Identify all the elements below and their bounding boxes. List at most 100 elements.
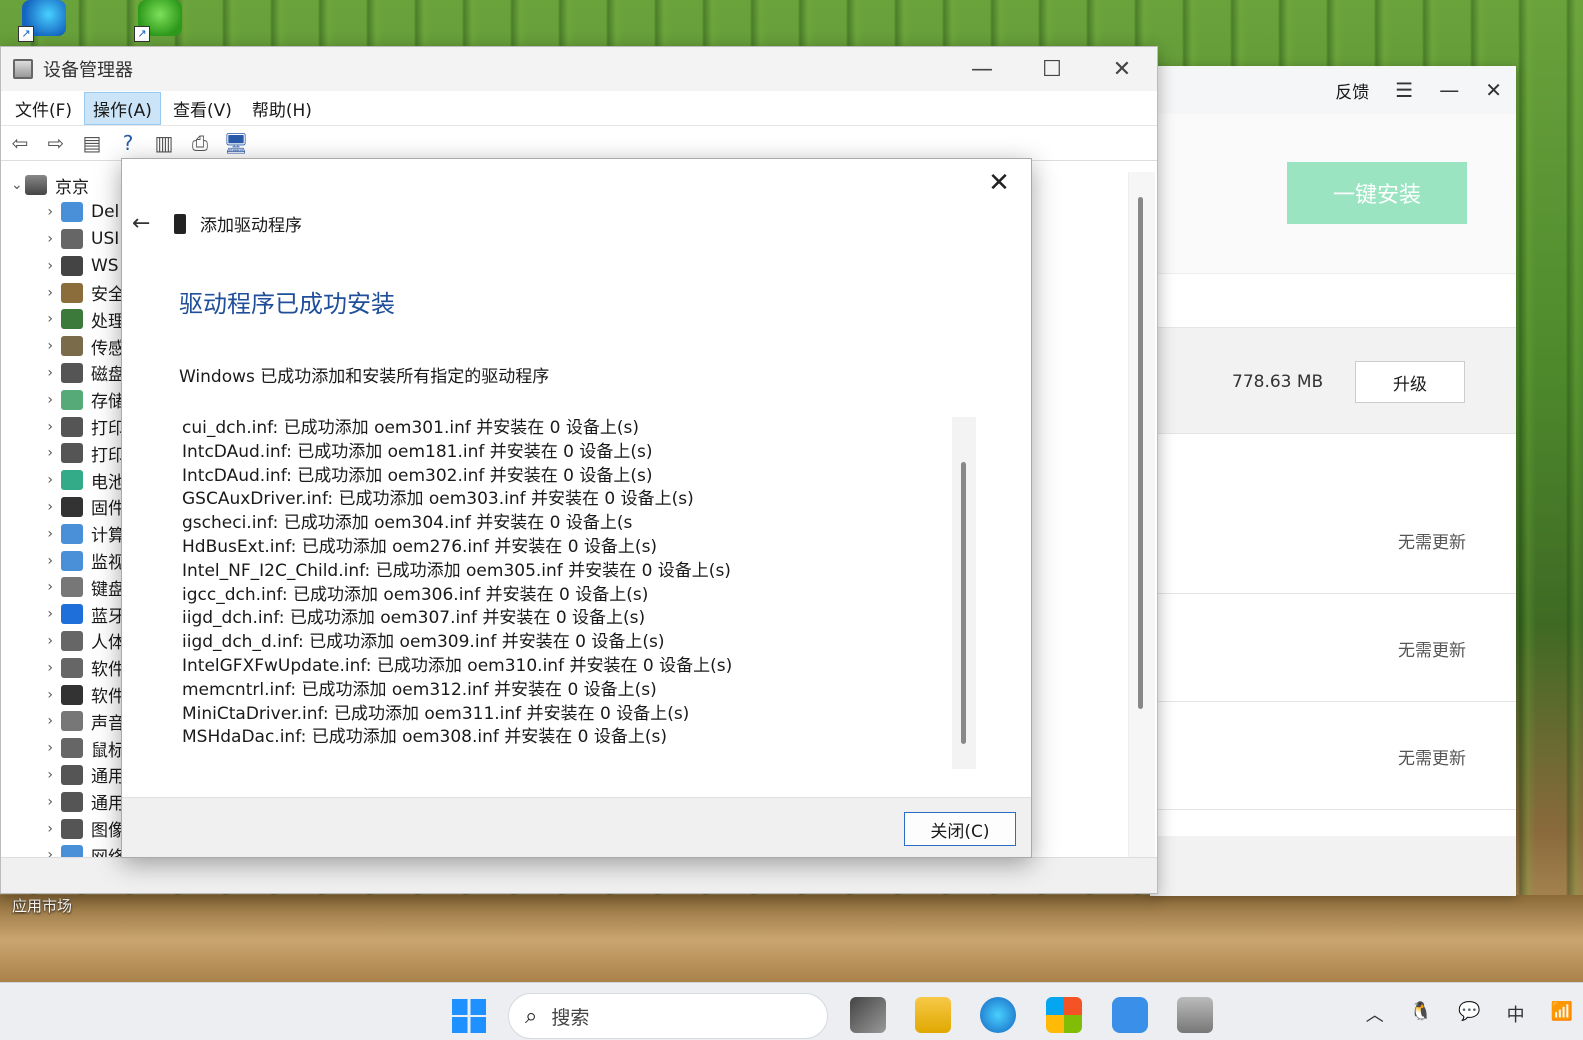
feedback-link[interactable]: 反馈 xyxy=(1335,78,1369,103)
chevron-right-icon[interactable]: › xyxy=(31,713,61,729)
driver-result-line: MSHdaDac.inf: 已成功添加 oem308.inf 并安装在 0 设备… xyxy=(182,727,668,748)
dialog-scrollbar[interactable] xyxy=(952,417,976,769)
minimize-button[interactable]: — xyxy=(947,47,1017,91)
properties-icon[interactable]: ▥ xyxy=(151,131,177,155)
tree-scrollbar[interactable] xyxy=(1129,172,1155,858)
desktop-icon-label[interactable]: 应用市场 xyxy=(12,895,72,916)
app-row-spacer xyxy=(1150,274,1516,328)
app-store-desktop-icon[interactable]: ↗ xyxy=(134,0,182,42)
chevron-right-icon[interactable]: › xyxy=(31,258,61,274)
driver-result-line: memcntrl.inf: 已成功添加 oem312.inf 并安装在 0 设备… xyxy=(182,679,657,700)
store-icon[interactable] xyxy=(1046,997,1082,1033)
qq-icon[interactable]: 🐧 xyxy=(1410,1001,1432,1027)
menu-view[interactable]: 查看(V) xyxy=(165,93,240,124)
tree-item-label: 软件 xyxy=(91,660,125,681)
chevron-right-icon[interactable]: › xyxy=(31,231,61,247)
driver-result-line: igcc_dch.inf: 已成功添加 oem306.inf 并安装在 0 设备… xyxy=(182,584,649,605)
tree-item-label: 计算 xyxy=(91,526,125,547)
chevron-right-icon[interactable]: › xyxy=(31,365,61,381)
chevron-right-icon[interactable]: › xyxy=(31,445,61,461)
one-click-install-button[interactable]: 一键安装 xyxy=(1287,162,1467,224)
tree-item-label: 鼠标 xyxy=(91,740,125,761)
chevron-right-icon[interactable]: › xyxy=(31,392,61,408)
chevron-right-icon[interactable]: › xyxy=(31,419,61,435)
chevron-down-icon[interactable]: ⌄ xyxy=(11,177,25,193)
scroll-thumb[interactable] xyxy=(961,462,966,744)
chevron-right-icon[interactable]: › xyxy=(31,687,61,703)
wifi-icon[interactable]: 📶 xyxy=(1551,1001,1573,1027)
chevron-right-icon[interactable]: › xyxy=(31,311,61,327)
ime-indicator[interactable]: 中 xyxy=(1507,1001,1525,1027)
menu-bar: 文件(F) 操作(A) 查看(V) 帮助(H) xyxy=(1,91,1157,125)
chevron-right-icon[interactable]: › xyxy=(31,794,61,810)
update-driver-icon[interactable]: ⎙ xyxy=(187,131,213,155)
chevron-right-icon[interactable]: › xyxy=(31,821,61,837)
dialog-header: ← 添加驱动程序 xyxy=(132,211,302,236)
scan-hardware-icon[interactable]: 🖥 xyxy=(223,131,249,155)
show-hide-tree-icon[interactable]: ▤ xyxy=(79,131,105,155)
chevron-right-icon[interactable]: › xyxy=(31,338,61,354)
chevron-right-icon[interactable]: › xyxy=(31,579,61,595)
device-category-icon xyxy=(61,550,83,571)
tree-item-label: Del xyxy=(91,202,120,223)
device-category-icon xyxy=(61,282,83,303)
menu-help[interactable]: 帮助(H) xyxy=(244,93,320,124)
status-bar xyxy=(1,857,1157,893)
close-button[interactable]: 关闭(C) xyxy=(904,812,1016,846)
chevron-right-icon[interactable]: › xyxy=(31,606,61,622)
close-button[interactable]: ✕ xyxy=(1087,47,1157,91)
device-category-icon xyxy=(61,818,83,839)
app-row: 无需更新 xyxy=(1150,434,1516,594)
dialog-footer: 关闭(C) xyxy=(122,797,1031,857)
task-view-icon[interactable] xyxy=(850,997,886,1033)
file-explorer-icon[interactable] xyxy=(915,997,951,1033)
search-placeholder: 搜索 xyxy=(551,1006,590,1029)
device-category-icon xyxy=(61,362,83,383)
back-arrow-icon[interactable]: ⇦ xyxy=(7,131,33,155)
menu-action[interactable]: 操作(A) xyxy=(84,91,161,125)
dialog-close-icon[interactable]: ✕ xyxy=(981,167,1017,199)
taskbar-search[interactable]: ⌕ 搜索 xyxy=(508,993,828,1039)
wechat-icon[interactable]: 💬 xyxy=(1458,1001,1480,1027)
scroll-thumb[interactable] xyxy=(1138,197,1143,709)
forward-arrow-icon[interactable]: ⇨ xyxy=(43,131,69,155)
size-text: 778.63 MB xyxy=(1232,372,1324,392)
device-category-icon xyxy=(61,416,83,437)
minimize-icon[interactable]: — xyxy=(1439,78,1459,102)
tree-item-label: 安全 xyxy=(91,285,125,306)
chevron-right-icon[interactable]: › xyxy=(31,285,61,301)
chevron-right-icon[interactable]: › xyxy=(31,204,61,220)
chevron-right-icon[interactable]: › xyxy=(31,767,61,783)
edge-taskbar-icon[interactable] xyxy=(980,997,1016,1033)
chevron-right-icon[interactable]: › xyxy=(31,526,61,542)
dialog-heading: 驱动程序已成功安装 xyxy=(179,290,395,318)
driver-result-line: MiniCtaDriver.inf: 已成功添加 oem311.inf 并安装在… xyxy=(182,703,690,724)
chevron-up-icon[interactable]: ︿ xyxy=(1366,1001,1384,1027)
device-category-icon xyxy=(61,202,83,223)
app-row: 无需更新 xyxy=(1150,702,1516,810)
device-manager-taskbar-icon[interactable] xyxy=(1177,997,1213,1033)
driver-result-line: HdBusExt.inf: 已成功添加 oem276.inf 并安装在 0 设备… xyxy=(182,536,658,557)
chevron-right-icon[interactable]: › xyxy=(31,633,61,649)
chevron-right-icon[interactable]: › xyxy=(31,740,61,756)
driver-result-line: iigd_dch.inf: 已成功添加 oem307.inf 并安装在 0 设备… xyxy=(182,608,646,629)
tree-item-label: 存储 xyxy=(91,392,125,413)
edge-desktop-icon[interactable]: ↗ xyxy=(18,0,66,42)
windows-start-icon[interactable] xyxy=(452,999,486,1033)
menu-icon[interactable]: ☰ xyxy=(1395,78,1413,102)
help-icon[interactable]: ? xyxy=(115,131,141,155)
chevron-right-icon[interactable]: › xyxy=(31,472,61,488)
tree-item-label: 打印 xyxy=(91,445,125,466)
back-arrow-icon[interactable]: ← xyxy=(132,211,162,236)
search-icon: ⌕ xyxy=(525,1003,538,1029)
chevron-right-icon[interactable]: › xyxy=(31,499,61,515)
close-icon[interactable]: ✕ xyxy=(1485,78,1502,102)
device-category-icon xyxy=(61,496,83,517)
device-category-icon xyxy=(61,764,83,785)
maximize-button[interactable]: ☐ xyxy=(1017,47,1087,91)
settings-app-icon[interactable] xyxy=(1112,997,1148,1033)
chevron-right-icon[interactable]: › xyxy=(31,553,61,569)
menu-file[interactable]: 文件(F) xyxy=(7,93,80,124)
chevron-right-icon[interactable]: › xyxy=(31,660,61,676)
upgrade-button[interactable]: 升级 xyxy=(1355,361,1465,403)
